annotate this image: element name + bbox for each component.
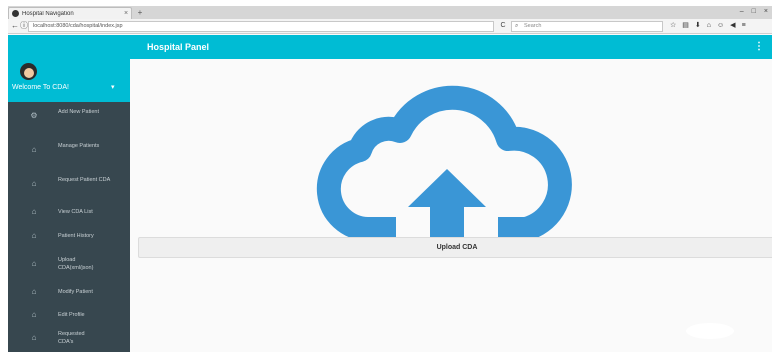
browser-toolbar: ← ⓘ localhost:8080/cda/hospital/index.js… xyxy=(8,19,772,34)
send-icon[interactable]: ◀ xyxy=(730,21,735,31)
cloud-upload-graphic xyxy=(316,85,572,253)
reload-button[interactable]: C xyxy=(498,21,508,31)
blank-area xyxy=(686,323,734,339)
url-bar[interactable]: localhost:8080/cda/hospital/index.jsp xyxy=(28,21,494,32)
account-icon[interactable]: ☺ xyxy=(717,21,724,31)
sidebar-item-add-new-patient[interactable]: ⚙ Add New Patient xyxy=(8,102,130,130)
home-icon: ⌂ xyxy=(31,333,37,342)
sidebar-item-label: Add New Patient xyxy=(58,109,99,115)
sidebar-item-label: Edit Profile xyxy=(58,312,85,318)
sidebar-item-request-patient-cda[interactable]: ⌂ Request Patient CDA xyxy=(8,170,130,198)
maximize-icon[interactable]: □ xyxy=(752,6,756,18)
home-icon: ⌂ xyxy=(31,179,37,188)
library-icon[interactable]: ▤ xyxy=(682,21,689,31)
home-icon: ⌂ xyxy=(31,259,37,268)
new-tab-button[interactable]: + xyxy=(135,8,145,18)
hospital-app: Hospital Panel ⋮ Welcome To CDA! ▾ ⚙ Add… xyxy=(8,35,772,352)
home-icon[interactable]: ⌂ xyxy=(707,21,711,31)
download-icon[interactable]: ⬇ xyxy=(695,21,701,31)
tab-strip: Hospital Navigation × + – □ × xyxy=(8,6,772,19)
favicon-icon xyxy=(12,10,19,17)
caret-down-icon[interactable]: ▾ xyxy=(111,83,115,91)
tab-title: Hospital Navigation xyxy=(22,10,74,17)
main-content: Upload CDA xyxy=(130,59,772,352)
toolbar-icons: ☆ ▤ ⬇ ⌂ ☺ ◀ ≡ xyxy=(670,21,746,31)
app-header: Hospital Panel ⋮ xyxy=(8,35,772,59)
search-placeholder: Search xyxy=(524,23,542,29)
window-controls: – □ × xyxy=(740,6,768,18)
search-input[interactable]: ⌕ Search xyxy=(511,21,663,32)
avatar[interactable] xyxy=(20,63,37,80)
welcome-text: Welcome To CDA! xyxy=(12,84,69,91)
hamburger-menu-icon[interactable]: ≡ xyxy=(742,21,746,31)
more-options-icon[interactable]: ⋮ xyxy=(754,35,764,59)
sidebar-nav: ⚙ Add New Patient ⌂ Manage Patients ⌂ Re… xyxy=(8,102,130,352)
home-icon: ⌂ xyxy=(31,207,37,216)
close-tab-icon[interactable]: × xyxy=(121,10,131,17)
sidebar-item-label: Modify Patient xyxy=(58,289,93,295)
home-icon: ⌂ xyxy=(31,145,37,154)
close-window-icon[interactable]: × xyxy=(764,6,768,18)
sidebar-item-requested-cdas[interactable]: ⌂ Requested CDA's xyxy=(8,324,130,352)
sidebar-item-label: Upload CDA(xml/json) xyxy=(58,257,94,271)
bookmark-star-icon[interactable]: ☆ xyxy=(670,21,676,31)
sidebar-item-label: Requested CDA's xyxy=(58,331,85,345)
browser-tab[interactable]: Hospital Navigation × xyxy=(8,7,132,19)
sidebar-item-label: Request Patient CDA xyxy=(58,177,111,183)
sidebar-item-patient-history[interactable]: ⌂ Patient History xyxy=(8,222,130,250)
sidebar-item-label: Manage Patients xyxy=(58,143,100,149)
browser-window: Hospital Navigation × + – □ × ← ⓘ localh… xyxy=(8,6,772,352)
avatar-face xyxy=(24,68,34,78)
home-icon: ⌂ xyxy=(31,310,37,319)
page-title: Hospital Panel xyxy=(147,42,210,52)
gear-icon: ⚙ xyxy=(30,111,38,120)
cloud-upload-icon[interactable] xyxy=(312,81,582,253)
upload-cda-button[interactable]: Upload CDA xyxy=(138,237,772,258)
user-profile-header: Welcome To CDA! ▾ xyxy=(8,59,130,102)
minimize-icon[interactable]: – xyxy=(740,6,744,18)
sidebar-item-label: View CDA List xyxy=(58,209,93,215)
sidebar-item-upload-cda[interactable]: ⌂ Upload CDA(xml/json) xyxy=(8,250,130,278)
home-icon: ⌂ xyxy=(31,287,37,296)
home-icon: ⌂ xyxy=(31,231,37,240)
search-icon: ⌕ xyxy=(515,23,519,29)
sidebar-item-manage-patients[interactable]: ⌂ Manage Patients xyxy=(8,136,130,164)
sidebar-item-label: Patient History xyxy=(58,233,94,239)
